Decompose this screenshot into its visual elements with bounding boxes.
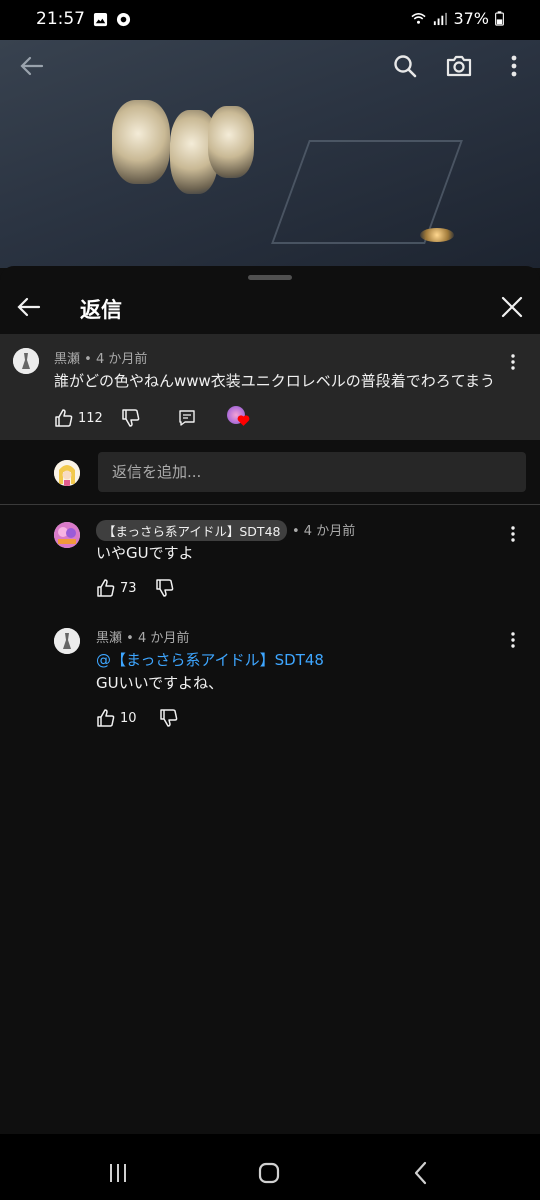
- status-bar: 21:57 37%: [0, 0, 540, 40]
- replies-sheet: 返信 黒瀬 • 4 か月前 誰がどの色やねんwww衣装ユニクロレベルの普段着でわ…: [0, 266, 540, 1134]
- comment-age: • 4 か月前: [84, 352, 148, 367]
- heart-icon: [237, 415, 250, 426]
- video-frame-light: [208, 106, 254, 178]
- reply-actions: 10: [96, 708, 179, 728]
- dislike-icon[interactable]: [155, 578, 175, 598]
- wifi-icon: [411, 13, 426, 24]
- like-icon[interactable]: [96, 578, 116, 598]
- idol-avatar-icon: [54, 522, 80, 548]
- comment-actions: 112: [54, 406, 251, 430]
- drag-handle[interactable]: [248, 275, 292, 280]
- reply-text: GUいいですよね、: [96, 674, 224, 692]
- back-arrow-icon[interactable]: [14, 292, 44, 322]
- video-frame-lamp: [420, 228, 454, 242]
- like-icon[interactable]: [96, 708, 116, 728]
- battery-percent: 37%: [453, 9, 489, 28]
- home-icon[interactable]: [254, 1158, 284, 1188]
- more-vert-icon[interactable]: [503, 524, 523, 544]
- reply-text: いやGUですよ: [96, 544, 194, 562]
- more-vert-icon[interactable]: [500, 52, 528, 80]
- avatar[interactable]: [54, 522, 80, 548]
- sheet-title: 返信: [80, 298, 122, 322]
- user-avatar-icon: [54, 460, 80, 486]
- dislike-icon[interactable]: [159, 708, 179, 728]
- sheet-header: 返信: [0, 286, 540, 334]
- recent-apps-icon[interactable]: [103, 1158, 133, 1188]
- back-arrow-icon[interactable]: [18, 52, 46, 80]
- chat-bubble-icon: [116, 12, 131, 26]
- search-icon[interactable]: [391, 52, 419, 80]
- comment-meta: 黒瀬 • 4 か月前: [54, 348, 147, 367]
- reply-actions: 73: [96, 578, 175, 598]
- reply-item: 【まっさら系アイドル】SDT48 • 4 か月前 いやGUですよ 73: [0, 514, 540, 614]
- like-count: 73: [120, 580, 137, 596]
- like-count: 10: [120, 710, 137, 726]
- avatar[interactable]: [13, 348, 39, 374]
- battery-icon: [495, 11, 504, 26]
- like-icon[interactable]: [54, 408, 74, 428]
- close-icon[interactable]: [497, 292, 527, 322]
- system-nav-bar: [0, 1134, 540, 1200]
- video-player[interactable]: [0, 40, 540, 268]
- reply-input[interactable]: [98, 452, 526, 492]
- reply-age: • 4 か月前: [126, 631, 190, 646]
- reply-item: 黒瀬 • 4 か月前 @【まっさら系アイドル】SDT48 GUいいですよね、 1…: [0, 622, 540, 742]
- avatar-figure-icon: [54, 628, 80, 654]
- comment-author[interactable]: 黒瀬: [54, 352, 80, 367]
- avatar-figure-icon: [13, 348, 39, 374]
- divider: [0, 504, 540, 505]
- reply-meta: 黒瀬 • 4 か月前: [96, 627, 189, 646]
- image-icon: [93, 12, 108, 26]
- signal-icon: [434, 12, 448, 26]
- dislike-icon[interactable]: [121, 408, 141, 428]
- avatar: [54, 460, 80, 486]
- comment-text: 誰がどの色やねんwww衣装ユニクロレベルの普段着でわろてまう: [54, 372, 496, 390]
- video-frame-light: [112, 100, 170, 184]
- avatar[interactable]: [54, 628, 80, 654]
- reply-input-row: [0, 440, 540, 504]
- reply-author[interactable]: 黒瀬: [96, 631, 122, 646]
- back-icon[interactable]: [406, 1158, 436, 1188]
- creator-heart: [226, 406, 251, 430]
- reply-age: • 4 か月前: [292, 524, 356, 539]
- reply-author[interactable]: 【まっさら系アイドル】SDT48: [96, 520, 288, 541]
- status-time: 21:57: [36, 9, 85, 29]
- parent-comment: 黒瀬 • 4 か月前 誰がどの色やねんwww衣装ユニクロレベルの普段着でわろてま…: [0, 334, 540, 440]
- like-count: 112: [78, 410, 103, 426]
- more-vert-icon[interactable]: [503, 630, 523, 650]
- camera-icon[interactable]: [445, 52, 473, 80]
- more-vert-icon[interactable]: [503, 352, 523, 372]
- reply-comment-icon[interactable]: [177, 408, 197, 428]
- reply-mention-link[interactable]: @【まっさら系アイドル】SDT48: [96, 649, 324, 670]
